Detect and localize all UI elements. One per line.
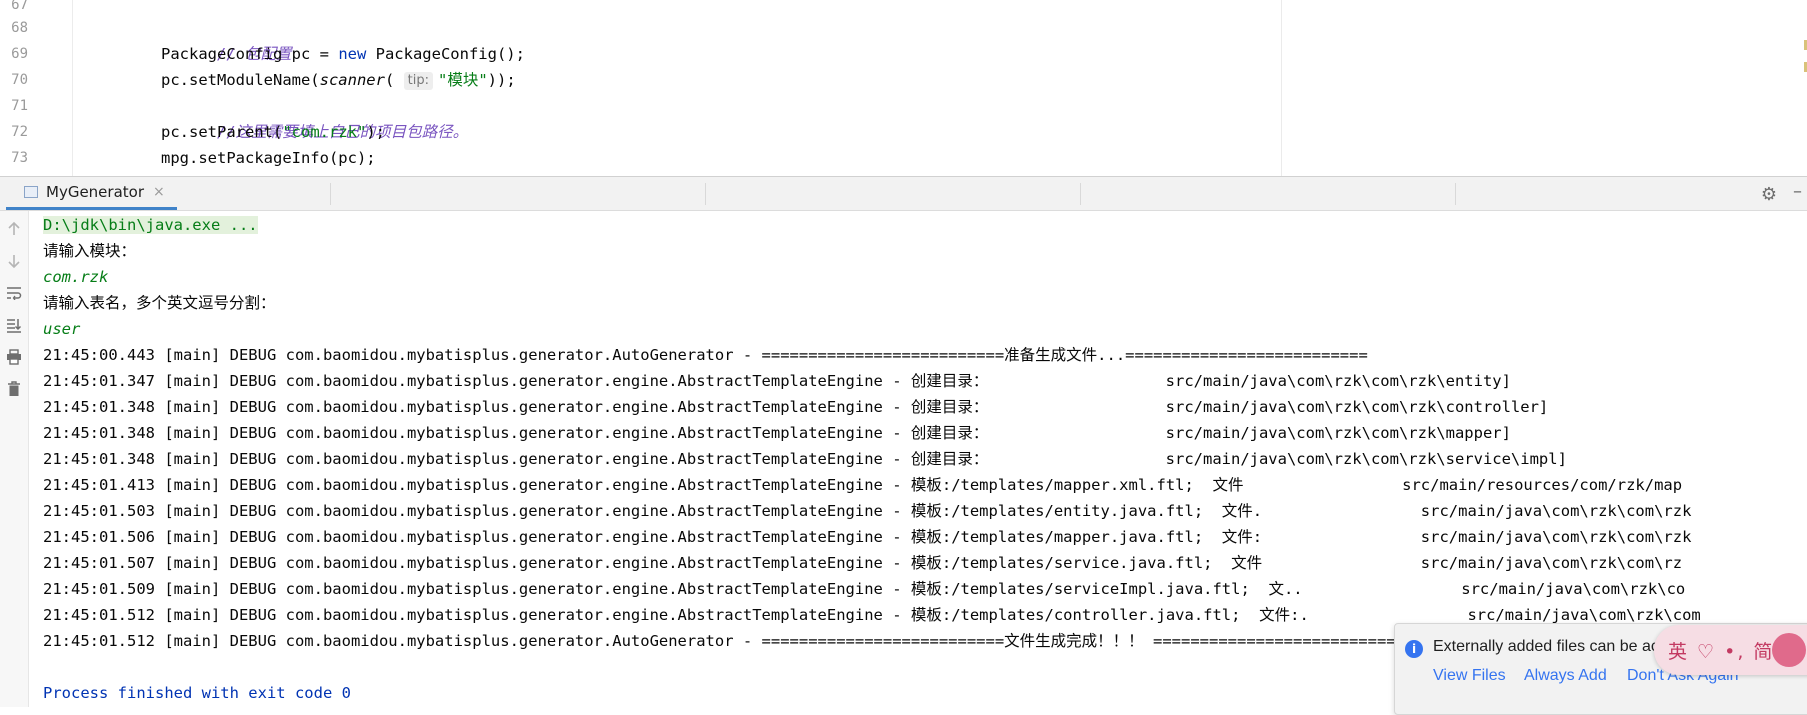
- string-token: "模块": [438, 71, 488, 89]
- string-token: "com.rzk": [282, 123, 367, 141]
- tab-divider: [1455, 183, 1456, 205]
- parameter-hint: tip:: [403, 72, 433, 90]
- tab-divider: [705, 183, 706, 205]
- line-number: 73: [11, 150, 28, 166]
- keyword-token: new: [338, 45, 367, 63]
- minus-icon[interactable]: –: [1793, 181, 1802, 202]
- view-files-link[interactable]: View Files: [1433, 667, 1506, 685]
- line-number: 71: [11, 98, 28, 114]
- ime-logo-icon: [1772, 633, 1806, 667]
- console-log-line: 21:45:01.507 [main] DEBUG com.baomidou.m…: [43, 554, 1683, 572]
- code-token: pc.setParent(: [161, 123, 283, 141]
- trash-icon[interactable]: [2, 377, 26, 401]
- console-log-line: 21:45:01.348 [main] DEBUG com.baomidou.m…: [43, 450, 1567, 468]
- arrow-up-icon[interactable]: [2, 217, 26, 241]
- console-log-line: 21:45:01.503 [main] DEBUG com.baomidou.m…: [43, 502, 1692, 520]
- code-token: ));: [487, 71, 516, 89]
- console-toolbar: [0, 211, 29, 707]
- info-icon: i: [1405, 640, 1423, 658]
- line-number-gutter: 67 68 69 70 71 72 73: [0, 0, 73, 176]
- console-user-input: user: [43, 320, 81, 338]
- method-token: scanner: [319, 71, 385, 89]
- console-log-line: 21:45:00.443 [main] DEBUG com.baomidou.m…: [43, 346, 1368, 364]
- ime-status-badge[interactable]: 英 ♡ •, 简: [1654, 625, 1807, 675]
- line-number: 69: [11, 46, 28, 62]
- tab-divider: [330, 183, 331, 205]
- close-icon[interactable]: ×: [153, 184, 165, 200]
- code-token: );: [366, 123, 385, 141]
- code-token: (: [384, 71, 395, 89]
- code-token: PackageConfig();: [366, 45, 525, 63]
- code-token: mpg.setPackageInfo(pc);: [161, 149, 376, 167]
- code-line-73[interactable]: mpg.setPackageInfo(pc);: [161, 145, 376, 171]
- print-icon[interactable]: [2, 345, 26, 369]
- notification-message: Externally added files can be ac: [1433, 638, 1659, 655]
- line-number: 72: [11, 124, 28, 140]
- code-token: pc.setModuleName(: [161, 71, 320, 89]
- console-exit-line: Process finished with exit code 0: [43, 684, 351, 702]
- gear-icon[interactable]: ⚙: [1761, 184, 1777, 205]
- code-line-72[interactable]: pc.setParent("com.rzk");: [161, 119, 385, 145]
- console-log-line: 21:45:01.506 [main] DEBUG com.baomidou.m…: [43, 528, 1692, 546]
- code-line-69[interactable]: PackageConfig pc = new PackageConfig();: [161, 41, 525, 67]
- code-area[interactable]: // 包配置 PackageConfig pc = new PackageCon…: [73, 0, 1807, 176]
- console-user-input: com.rzk: [43, 268, 109, 286]
- console-log-line: 21:45:01.512 [main] DEBUG com.baomidou.m…: [43, 632, 1396, 650]
- console-log-line: 21:45:01.509 [main] DEBUG com.baomidou.m…: [43, 580, 1686, 598]
- right-margin-guide: [1281, 0, 1282, 176]
- soft-wrap-icon[interactable]: [2, 281, 26, 305]
- tab-label: MyGenerator: [46, 183, 144, 201]
- scroll-to-end-icon[interactable]: [2, 313, 26, 337]
- tab-divider: [1080, 183, 1081, 205]
- prompt-text: 请输入模块：: [43, 242, 137, 260]
- always-add-link[interactable]: Always Add: [1524, 667, 1607, 685]
- console-log-line: 21:45:01.348 [main] DEBUG com.baomidou.m…: [43, 398, 1549, 416]
- ime-mode-text: 英 ♡ •, 简: [1668, 640, 1775, 663]
- run-config-icon: [24, 186, 38, 198]
- line-number: 68: [11, 20, 28, 36]
- console-log-line: 21:45:01.347 [main] DEBUG com.baomidou.m…: [43, 372, 1511, 390]
- console-log-line: 21:45:01.348 [main] DEBUG com.baomidou.m…: [43, 424, 1511, 442]
- code-line-70[interactable]: pc.setModuleName(scanner( tip: "模块"));: [161, 67, 516, 93]
- console-command-line: D:\jdk\bin\java.exe ...: [43, 212, 258, 238]
- prompt-text: 请输入表名，多个英文逗号分割：: [43, 294, 276, 312]
- console-prompt: 请输入表名，多个英文逗号分割：: [43, 290, 276, 316]
- console-log-line: 21:45:01.413 [main] DEBUG com.baomidou.m…: [43, 476, 1683, 494]
- tab-mygenerator[interactable]: MyGenerator ×: [6, 177, 177, 210]
- run-tab-bar: MyGenerator × ⚙ –: [0, 177, 1807, 211]
- console-prompt: 请输入模块：: [43, 238, 136, 264]
- arrow-down-icon[interactable]: [2, 249, 26, 273]
- code-token: PackageConfig pc =: [161, 45, 339, 63]
- line-number: 70: [11, 72, 28, 88]
- command-text: D:\jdk\bin\java.exe ...: [43, 216, 258, 234]
- code-editor[interactable]: 67 68 69 70 71 72 73 // 包配置 PackageConfi…: [0, 0, 1807, 176]
